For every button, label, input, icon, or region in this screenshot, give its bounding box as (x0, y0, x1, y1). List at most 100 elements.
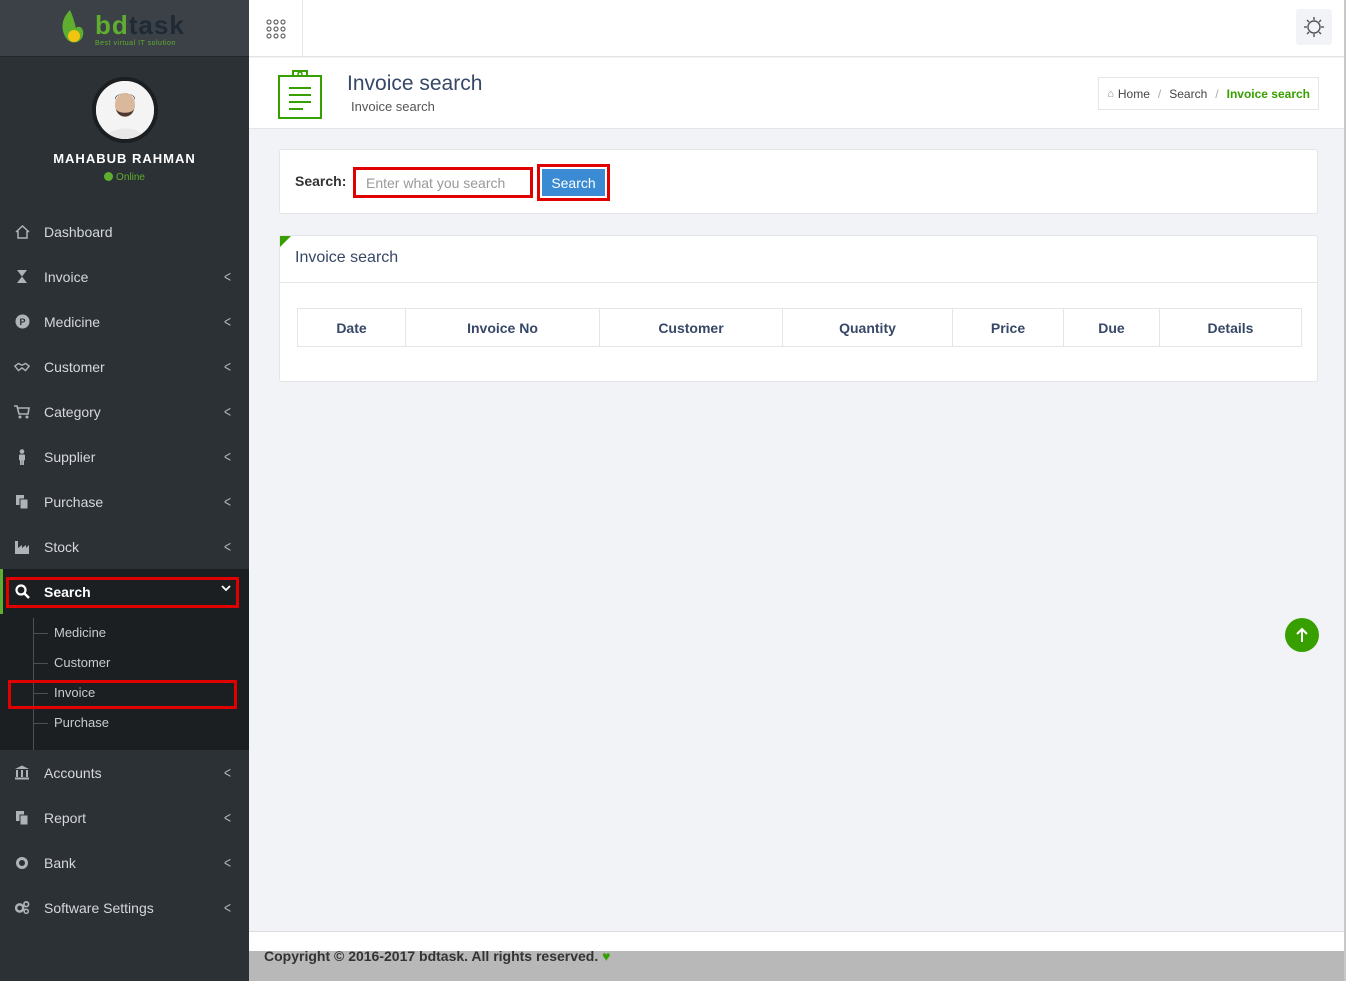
sidebar-item-label: Purchase (44, 493, 104, 510)
brand-logo[interactable]: bdtask (95, 10, 185, 40)
breadcrumb-separator: / (1215, 86, 1219, 101)
breadcrumb-home[interactable]: Home (1118, 87, 1150, 101)
sidebar-item-label: Medicine (44, 313, 101, 330)
heart-icon: ♥ (602, 948, 611, 964)
sidebar-item-medicine[interactable]: P Medicine < (0, 299, 249, 344)
page-subtitle: Invoice search (351, 99, 435, 114)
handshake-icon (14, 359, 30, 375)
avatar[interactable] (92, 77, 158, 143)
leaf-logo-icon (62, 10, 84, 43)
home-icon (14, 224, 30, 240)
search-submenu: Medicine Customer Invoice Purchase (0, 614, 249, 750)
chevron-left-icon: < (223, 447, 231, 467)
industry-icon (14, 539, 30, 555)
submenu-item-invoice[interactable]: Invoice (0, 678, 249, 708)
search-icon (14, 584, 30, 600)
sidebar-item-label: Report (44, 809, 87, 826)
sidebar-item-label: Software Settings (44, 899, 154, 916)
copy-icon (14, 810, 30, 826)
chevron-left-icon: < (223, 763, 231, 783)
breadcrumb: ⌂ Home / Search / Invoice search (1098, 77, 1319, 110)
submenu-item-purchase[interactable]: Purchase (0, 708, 249, 738)
chevron-left-icon: < (223, 312, 231, 332)
sidebar-item-supplier[interactable]: Supplier < (0, 434, 249, 479)
table-header-row: Date Invoice No Customer Quantity Price … (297, 308, 1302, 347)
column-header-due[interactable]: Due (1063, 308, 1160, 347)
sidebar-item-dashboard[interactable]: Dashboard (0, 209, 249, 254)
search-panel: Search: Search (279, 149, 1318, 214)
clipboard-icon (278, 70, 322, 119)
home-icon: ⌂ (1107, 87, 1114, 100)
search-button[interactable]: Search (542, 169, 605, 196)
sidebar-item-label: Category (44, 403, 101, 420)
user-avatar-icon (96, 81, 154, 139)
online-status: Online (0, 172, 249, 183)
sidebar-item-label: Accounts (44, 764, 102, 781)
page-title: Invoice search (347, 72, 483, 95)
sidebar-item-customer[interactable]: Customer < (0, 344, 249, 389)
sidebar-item-stock[interactable]: Stock < (0, 524, 249, 569)
chevron-left-icon: < (223, 537, 231, 557)
sidebar-item-label: Invoice (44, 268, 89, 285)
invoice-table: Date Invoice No Customer Quantity Price … (297, 308, 1302, 347)
chevron-left-icon: < (223, 402, 231, 422)
bank-icon (14, 765, 30, 781)
submenu-item-customer[interactable]: Customer (0, 648, 249, 678)
page-header: Invoice search Invoice search ⌂ Home / S… (249, 58, 1346, 129)
sidebar-item-purchase[interactable]: Purchase < (0, 479, 249, 524)
sidebar-item-search[interactable]: Search (0, 569, 249, 614)
settings-gear-icon (1304, 17, 1324, 37)
top-header (249, 0, 1346, 57)
product-icon: P (14, 314, 30, 330)
column-header-details[interactable]: Details (1159, 308, 1302, 347)
logo-bar: bdtask Best virtual IT solution (0, 0, 249, 57)
copy-icon (14, 494, 30, 510)
sidebar-item-invoice[interactable]: Invoice < (0, 254, 249, 299)
column-header-date[interactable]: Date (297, 308, 406, 347)
sidebar-item-label: Supplier (44, 448, 96, 465)
column-header-price[interactable]: Price (952, 308, 1064, 347)
arrow-up-icon (1296, 627, 1308, 642)
settings-button[interactable] (1296, 9, 1332, 45)
result-panel-header: Invoice search (280, 236, 1317, 283)
chevron-left-icon: < (223, 357, 231, 377)
copyright-text: Copyright © 2016-2017 bdtask. All rights… (264, 948, 611, 964)
breadcrumb-search[interactable]: Search (1169, 87, 1207, 101)
submenu-item-medicine[interactable]: Medicine (0, 618, 249, 648)
user-panel: MAHABUB RAHMAN Online (0, 57, 249, 198)
status-dot-icon (104, 172, 114, 181)
sidebar-menu: Dashboard Invoice < P Medicine < Custome… (0, 209, 249, 930)
search-label: Search: (295, 173, 347, 189)
column-header-quantity[interactable]: Quantity (782, 308, 953, 347)
search-input[interactable] (353, 167, 533, 198)
column-header-invoice-no[interactable]: Invoice No (405, 308, 600, 347)
cart-icon (14, 404, 30, 420)
gear-icon (14, 855, 30, 871)
search-button-highlight: Search (537, 164, 610, 201)
brand-tagline: Best virtual IT solution (95, 40, 176, 47)
scroll-top-button[interactable] (1285, 618, 1319, 652)
sidebar-item-label: Stock (44, 538, 80, 555)
svg-text:P: P (19, 317, 25, 327)
sidebar-item-label: Bank (44, 854, 76, 871)
sidebar: bdtask Best virtual IT solution MAHABUB … (0, 0, 249, 981)
chevron-left-icon: < (223, 492, 231, 512)
chevron-left-icon: < (223, 898, 231, 918)
sidebar-item-bank[interactable]: Bank < (0, 840, 249, 885)
user-name: MAHABUB RAHMAN (53, 151, 196, 166)
hourglass-icon (14, 269, 30, 285)
sidebar-item-accounts[interactable]: Accounts < (0, 750, 249, 795)
chevron-down-icon (221, 581, 231, 595)
chevron-left-icon: < (223, 808, 231, 828)
sidebar-item-report[interactable]: Report < (0, 795, 249, 840)
sidebar-item-software-settings[interactable]: Software Settings < (0, 885, 249, 930)
chevron-left-icon: < (223, 267, 231, 287)
result-panel: Invoice search Date Invoice No Customer … (279, 235, 1318, 382)
breadcrumb-separator: / (1157, 86, 1162, 101)
sidebar-item-label: Search (44, 583, 91, 600)
sidebar-item-category[interactable]: Category < (0, 389, 249, 434)
gears-icon (14, 900, 30, 916)
column-header-customer[interactable]: Customer (599, 308, 783, 347)
apps-grid-button[interactable] (249, 0, 303, 57)
corner-marker (280, 236, 291, 247)
